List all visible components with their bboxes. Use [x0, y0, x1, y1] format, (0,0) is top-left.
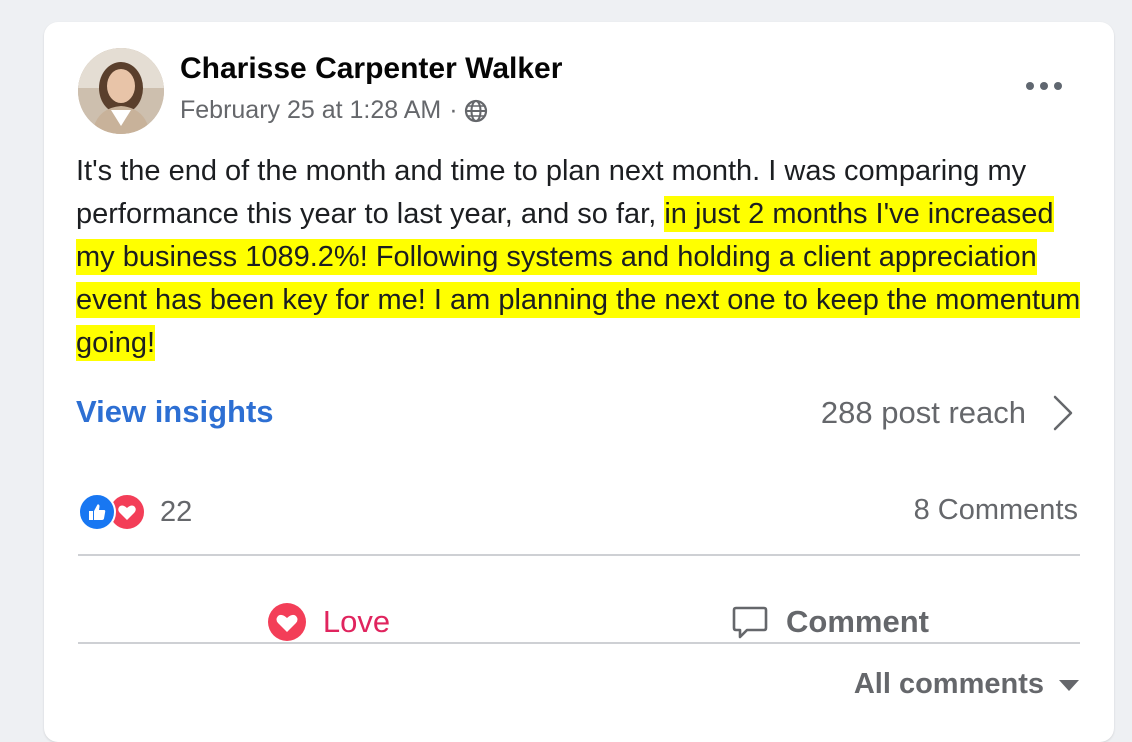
view-insights-link[interactable]: View insights [76, 394, 274, 430]
divider-top [78, 554, 1080, 556]
post-reach-label: 288 post reach [820, 395, 1026, 430]
action-row: Love Comment [78, 580, 1080, 664]
love-button[interactable]: Love [78, 580, 579, 664]
meta-separator: · [449, 96, 458, 124]
author-name[interactable]: Charisse Carpenter Walker [180, 52, 562, 86]
comments-count-link[interactable]: 8 Comments [914, 494, 1078, 527]
comment-button-label: Comment [786, 604, 929, 639]
post-card: Charisse Carpenter Walker February 25 at… [44, 22, 1114, 742]
love-reaction-icon [267, 603, 306, 641]
divider-bottom [78, 642, 1080, 644]
comment-button[interactable]: Comment [579, 580, 1080, 664]
comment-icon [732, 606, 768, 639]
reaction-count: 22 [160, 495, 193, 528]
reaction-summary[interactable]: 22 [78, 492, 192, 532]
love-button-label: Love [322, 604, 391, 639]
post-reach-link[interactable]: 288 post reach [821, 394, 1076, 432]
globe-icon[interactable] [464, 99, 488, 123]
more-options-button[interactable] [1024, 74, 1064, 98]
caret-down-icon [1059, 679, 1079, 691]
insights-row: View insights 288 post reach [76, 394, 1076, 438]
all-comments-filter[interactable]: All comments [854, 668, 1080, 701]
chevron-right-icon [1053, 395, 1073, 431]
avatar-photo [78, 48, 164, 134]
avatar[interactable] [78, 48, 164, 134]
more-options-icon [1026, 82, 1062, 90]
reactions-row: 22 8 Comments [78, 492, 1078, 532]
post-meta: February 25 at 1:28 AM · [180, 96, 488, 125]
post-timestamp[interactable]: February 25 at 1:28 AM [180, 96, 441, 125]
all-comments-label: All comments [853, 668, 1044, 700]
like-icon [78, 493, 116, 531]
post-text: It's the end of the month and time to pl… [76, 150, 1086, 365]
